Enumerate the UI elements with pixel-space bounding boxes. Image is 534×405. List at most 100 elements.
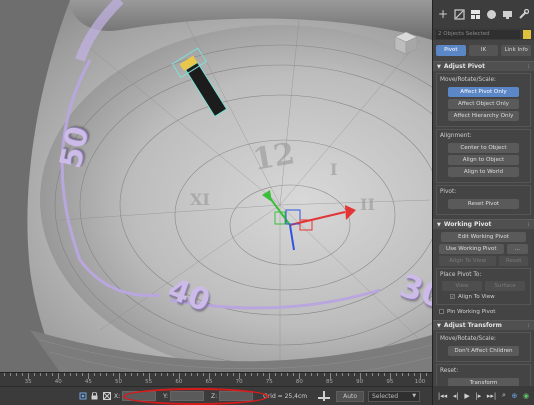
frame-tick [377,373,379,376]
align-to-view-button[interactable]: Align To View [439,256,497,266]
frame-tick [426,373,427,376]
z-coordinate-field[interactable] [219,391,254,401]
frame-tick-label: 70 [235,379,243,385]
frame-tick [281,373,283,376]
frame-tick-label: 45 [84,379,92,385]
display-icon[interactable] [501,7,515,21]
align-to-view-checkbox[interactable]: ✓ Align To View [450,292,527,301]
selection-lock-icon[interactable] [90,392,99,401]
y-coordinate-field[interactable] [170,391,205,401]
absolute-mode-transform-icon[interactable] [102,392,111,401]
z-coordinate-label: Z: [211,392,218,400]
frame-ruler[interactable]: 35 40 45 50 55 60 65 70 75 80 85 90 95 100 [4,373,427,387]
frame-tick [311,373,313,376]
dont-affect-children-button[interactable]: Don't Affect Children [448,346,519,356]
checkbox-checked-icon: ✓ [450,294,455,299]
frame-tick-label: 95 [386,379,394,385]
frame-tick [154,373,156,376]
align-to-world-button[interactable]: Align to World [448,167,519,177]
frame-tick [287,373,289,376]
frame-tick [323,373,325,376]
frame-tick [275,373,277,376]
frame-tick [233,373,235,376]
watch-model-scene: 12 I II XI [0,0,432,372]
working-pivot-rollout-header[interactable]: ▼ Working Pivot ⋮ [433,219,534,229]
frame-tick [365,373,367,376]
center-to-object-button[interactable]: Center to Object [448,143,519,153]
create-icon[interactable]: + [436,7,450,21]
adjust-transform-rollout-header[interactable]: ▼ Adjust Transform ⋮ [433,320,534,330]
group-label: Move/Rotate/Scale: [440,77,496,83]
go-to-start-icon[interactable]: |◂◂ [438,392,447,400]
collapse-arrow-icon: ▼ [437,63,441,70]
affect-hierarchy-only-button[interactable]: Affect Hierarchy Only [448,111,519,121]
frame-tick-label: 55 [145,379,153,385]
tab-ik[interactable]: IK [468,45,499,56]
frame-tick [94,373,96,376]
working-pivot-options-button[interactable]: ... [506,244,528,254]
frame-tick [160,373,162,376]
place-view-button[interactable]: View [442,281,482,291]
use-working-pivot-row: Use Working Pivot ... [439,244,528,254]
frame-tick [341,373,343,376]
align-to-object-button[interactable]: Align to Object [448,155,519,165]
key-filter-dropdown[interactable]: Selected ▼ [368,390,421,402]
frame-tick [221,373,223,376]
add-time-tag-icon[interactable] [317,391,331,401]
frame-tick-label: 100 [414,379,426,385]
adjust-pivot-rollout-header[interactable]: ▼ Adjust Pivot ⋮ [433,61,534,71]
tab-pivot[interactable]: Pivot [436,45,466,56]
group-label: Move/Rotate/Scale: [440,336,496,342]
frame-tick-label: 80 [295,379,303,385]
tab-link-info[interactable]: Link Info [501,45,532,56]
alignment-group: Alignment: Center to Object Align to Obj… [436,129,531,183]
selection-row: 2 Objects Selected [433,28,534,40]
viewcube-icon[interactable] [393,30,419,56]
pin-working-pivot-checkbox[interactable]: Pin Working Pivot [439,307,534,316]
frame-tick [227,373,229,376]
timeline-ruler[interactable]: 35 40 45 50 55 60 65 70 75 80 85 90 95 100 [0,372,432,386]
hierarchy-icon[interactable] [468,7,482,21]
x-coordinate-field[interactable] [122,391,157,401]
frame-tick [335,373,337,376]
edit-working-pivot-button[interactable]: Edit Working Pivot [441,232,526,242]
group-label: Place Pivot To: [440,272,482,278]
reset-working-pivot-button[interactable]: Reset [499,256,528,266]
reset-pivot-button[interactable]: Reset Pivot [448,199,519,209]
play-icon[interactable]: ▶ [464,392,469,400]
previous-frame-icon[interactable]: ◂| [453,392,459,400]
frame-tick-label: 40 [54,379,62,385]
isolate-selection-icon[interactable] [78,392,87,401]
affect-object-only-button[interactable]: Affect Object Only [448,99,519,109]
use-working-pivot-button[interactable]: Use Working Pivot [439,244,504,254]
place-surface-button[interactable]: Surface [485,281,525,291]
collapse-arrow-icon: ▼ [437,322,441,329]
frame-tick [106,373,108,376]
go-to-end-icon[interactable]: ▸▸| [487,392,496,400]
svg-text:XI: XI [190,190,210,209]
auto-key-button[interactable]: Auto [336,390,365,402]
perspective-viewport[interactable]: 12 I II XI 50 40 30 [0,0,432,372]
frame-tick [371,373,373,376]
frame-tick [82,373,84,376]
selection-name-field[interactable]: 2 Objects Selected [436,29,520,39]
frame-tick-label: 85 [326,379,334,385]
object-color-swatch[interactable] [523,29,531,39]
affect-pivot-only-button[interactable]: Affect Pivot Only [448,87,519,97]
frame-tick-label: 65 [205,379,213,385]
modify-icon[interactable] [452,7,466,21]
grid-size-readout: Grid = 25,4cm [263,392,308,400]
utilities-icon[interactable] [517,7,531,21]
group-label: Reset: [440,368,459,374]
frame-tick [395,373,397,376]
zoom-icon[interactable]: ⌕ [502,391,506,400]
frame-tick [34,373,36,376]
motion-icon[interactable] [485,7,499,21]
move-rotate-scale-group: Move/Rotate/Scale: Affect Pivot Only Aff… [436,73,531,127]
frame-tick [413,373,415,376]
frame-tick [383,373,385,376]
group-label: Alignment: [440,133,472,139]
orbit-icon[interactable]: ◉ [523,392,529,400]
next-frame-icon[interactable]: |▸ [475,392,481,400]
zoom-all-icon[interactable]: ⊕ [512,392,518,400]
